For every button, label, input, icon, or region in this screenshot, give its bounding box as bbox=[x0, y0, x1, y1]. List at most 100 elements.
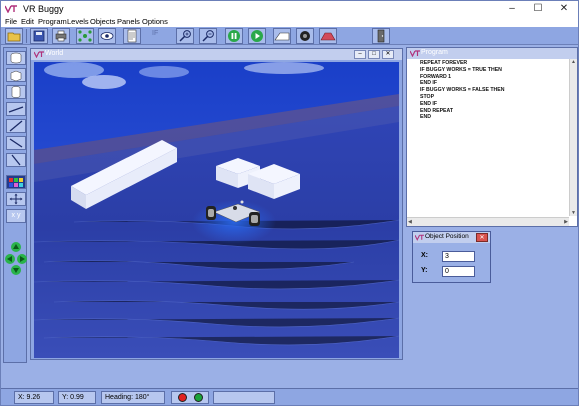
ramp-icon bbox=[274, 32, 290, 41]
palette-icon bbox=[9, 178, 23, 187]
cloud bbox=[139, 66, 189, 78]
program-code-button[interactable] bbox=[123, 28, 141, 44]
menu-bar: File Edit Program Levels Objects Panels … bbox=[1, 17, 578, 27]
network-button[interactable] bbox=[76, 28, 94, 44]
code-line: REPEAT FOREVER bbox=[420, 60, 468, 66]
view-button[interactable] bbox=[98, 28, 116, 44]
box-icon bbox=[10, 70, 22, 82]
xy-coordinates-tool[interactable]: x y bbox=[6, 209, 26, 223]
line-tool-1[interactable] bbox=[6, 102, 26, 116]
3d-world-view[interactable] bbox=[34, 62, 399, 358]
code-line: FORWARD 1 bbox=[420, 73, 452, 80]
scroll-up-icon[interactable]: ▲ bbox=[571, 59, 576, 65]
x-position-field[interactable]: 3 bbox=[442, 251, 475, 262]
zoom-out-button[interactable] bbox=[199, 28, 217, 44]
if-button[interactable]: IF bbox=[152, 30, 158, 37]
menu-levels[interactable]: Levels bbox=[67, 17, 89, 27]
x-label: X: bbox=[421, 252, 428, 259]
green-light-icon bbox=[194, 393, 203, 402]
wheel-icon bbox=[300, 31, 310, 41]
status-message bbox=[213, 391, 275, 404]
line-tool-3[interactable] bbox=[6, 136, 26, 150]
save-button[interactable] bbox=[30, 28, 48, 44]
scroll-right-icon[interactable]: ▶ bbox=[564, 219, 568, 225]
world-logo-icon bbox=[34, 51, 44, 58]
scroll-down-icon[interactable]: ▼ bbox=[571, 210, 576, 216]
code-sheet-icon bbox=[127, 29, 137, 43]
add-wheel-button[interactable] bbox=[296, 28, 314, 44]
menu-edit[interactable]: Edit bbox=[21, 17, 34, 27]
scroll-left-icon[interactable]: ◀ bbox=[408, 219, 412, 225]
program-vertical-scrollbar[interactable]: ▲ ▼ bbox=[569, 59, 577, 216]
line-icon bbox=[9, 138, 23, 148]
status-heading: Heading: 180° bbox=[101, 391, 165, 404]
world-minimize-button[interactable]: – bbox=[354, 50, 366, 59]
add-ramp-button[interactable] bbox=[273, 28, 291, 44]
move-arrows-icon bbox=[9, 193, 23, 205]
world-close-button[interactable]: ✕ bbox=[382, 50, 394, 59]
open-folder-button[interactable] bbox=[5, 28, 23, 44]
object-position-close-button[interactable]: ✕ bbox=[476, 233, 488, 242]
zoom-in-button[interactable] bbox=[176, 28, 194, 44]
move-tool[interactable] bbox=[6, 192, 26, 206]
object-position-title: Object Position bbox=[425, 233, 469, 240]
title-bar: VR Buggy – ☐ ✕ bbox=[1, 1, 578, 17]
door-icon bbox=[377, 29, 385, 43]
program-code[interactable]: REPEAT FOREVER IF BUGGY WORKS = TRUE THE… bbox=[420, 60, 568, 121]
world-title-bar: World – □ ✕ bbox=[31, 49, 402, 60]
print-button[interactable] bbox=[52, 28, 70, 44]
menu-objects[interactable]: Objects bbox=[90, 17, 115, 27]
line-icon bbox=[11, 154, 21, 166]
app-window: VR Buggy – ☐ ✕ File Edit Program Levels … bbox=[0, 0, 579, 406]
run-button[interactable] bbox=[248, 28, 266, 44]
close-button[interactable]: ✕ bbox=[551, 1, 577, 17]
pause-icon bbox=[228, 30, 240, 42]
maximize-button[interactable]: ☐ bbox=[525, 1, 551, 17]
menu-program[interactable]: Program bbox=[38, 17, 67, 27]
app-logo-icon bbox=[5, 5, 17, 13]
rotate-arrows-icon[interactable] bbox=[5, 241, 27, 277]
menu-panels[interactable]: Panels bbox=[117, 17, 140, 27]
tall-cylinder-icon bbox=[11, 86, 21, 98]
eye-icon bbox=[100, 32, 114, 40]
toolbar-divider bbox=[26, 29, 27, 43]
status-bar: X: 9.26 Y: 0.99 Heading: 180° bbox=[1, 388, 578, 405]
world-restore-button[interactable]: □ bbox=[368, 50, 380, 59]
stop-run-button[interactable] bbox=[225, 28, 243, 44]
status-lights bbox=[171, 391, 209, 404]
object-position-panel: Object Position ✕ X: 3 Y: 0 bbox=[412, 231, 491, 283]
code-line: END REPEAT bbox=[420, 107, 454, 114]
object-palette: x y bbox=[3, 47, 27, 363]
y-label: Y: bbox=[421, 267, 428, 274]
objpos-logo-icon bbox=[415, 234, 424, 241]
cylinder-icon bbox=[10, 52, 22, 64]
menu-file[interactable]: File bbox=[5, 17, 17, 27]
window-title: VR Buggy bbox=[23, 4, 64, 14]
tall-cylinder-tool[interactable] bbox=[6, 85, 26, 99]
play-icon bbox=[251, 30, 263, 42]
minimize-button[interactable]: – bbox=[499, 1, 525, 17]
box-tool[interactable] bbox=[6, 68, 26, 82]
exit-button[interactable] bbox=[372, 28, 390, 44]
program-window: Program REPEAT FOREVER IF BUGGY WORKS = … bbox=[406, 47, 578, 227]
color-palette-tool[interactable] bbox=[6, 175, 26, 189]
printer-icon bbox=[55, 30, 67, 42]
line-tool-2[interactable] bbox=[6, 119, 26, 133]
mat-icon bbox=[320, 32, 336, 41]
code-line: IF BUGGY WORKS = FALSE THEN bbox=[420, 87, 505, 94]
floppy-icon bbox=[33, 30, 45, 42]
world-scene bbox=[34, 62, 399, 358]
network-icon bbox=[78, 30, 92, 42]
line-tool-4[interactable] bbox=[6, 153, 26, 167]
folder-icon bbox=[7, 32, 21, 42]
program-horizontal-scrollbar[interactable]: ◀ ▶ bbox=[407, 217, 569, 226]
y-position-field[interactable]: 0 bbox=[442, 266, 475, 277]
program-title: Program bbox=[421, 49, 448, 56]
code-line: END IF bbox=[420, 80, 438, 87]
world-title: World bbox=[45, 50, 64, 57]
menu-options[interactable]: Options bbox=[142, 17, 168, 27]
code-line: STOP bbox=[420, 93, 435, 100]
add-mat-button[interactable] bbox=[319, 28, 337, 44]
cylinder-tool[interactable] bbox=[6, 51, 26, 65]
code-line: IF BUGGY WORKS = TRUE THEN bbox=[420, 66, 502, 73]
